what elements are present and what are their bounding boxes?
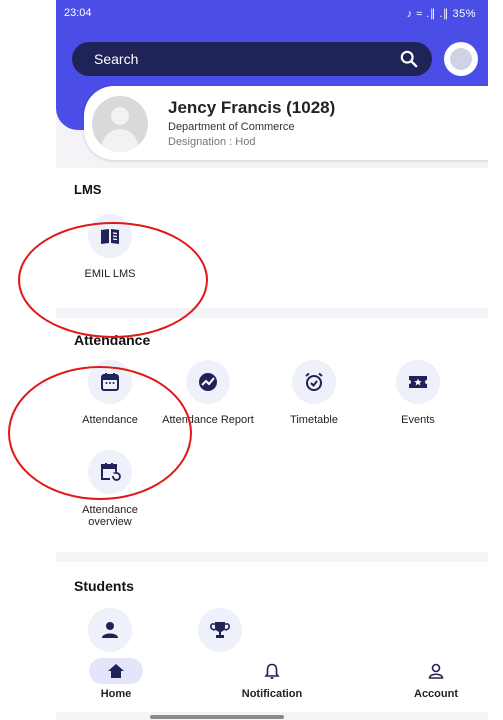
students-section-title: Students xyxy=(74,578,134,594)
nav-home-label: Home xyxy=(100,688,132,700)
bell-icon xyxy=(264,663,280,679)
status-bar: 23:04 ♪ ≈ .∥ .∥ 35% xyxy=(56,0,488,28)
nav-account-label: Account xyxy=(414,688,458,700)
lms-section-title: LMS xyxy=(74,182,102,197)
nav-notification[interactable]: Notification xyxy=(222,658,322,700)
account-icon xyxy=(428,663,444,679)
achievements-tile[interactable] xyxy=(170,608,270,652)
profile-designation: Designation : Hod xyxy=(168,136,256,148)
status-indicators: ♪ ≈ .∥ .∥ 35% xyxy=(406,8,476,20)
chart-icon xyxy=(199,373,217,391)
person-icon xyxy=(102,622,118,638)
profile-department: Department of Commerce xyxy=(168,121,295,133)
events-tile[interactable]: Events xyxy=(368,360,468,426)
search-placeholder: Search xyxy=(94,51,139,67)
timetable-label: Timetable xyxy=(290,414,338,426)
students-section: Students xyxy=(56,562,488,654)
timetable-tile[interactable]: Timetable xyxy=(264,360,364,426)
gesture-bar xyxy=(150,715,284,719)
app-screen: 23:04 ♪ ≈ .∥ .∥ 35% Search Jency Francis… xyxy=(56,0,488,720)
user-avatar-button[interactable] xyxy=(444,42,478,76)
ticket-icon xyxy=(409,376,427,388)
profile-name: Jency Francis (1028) xyxy=(168,98,336,117)
trophy-icon xyxy=(210,622,230,638)
profile-card[interactable]: Jency Francis (1028) Department of Comme… xyxy=(84,86,488,160)
bottom-navigation: Home Notification Account xyxy=(56,652,488,712)
annotation-ellipse-lms xyxy=(18,222,208,338)
attendance-overview-label: Attendance overview xyxy=(82,504,138,528)
nav-notification-label: Notification xyxy=(241,688,303,700)
nav-account[interactable]: Account xyxy=(386,658,486,700)
search-icon[interactable] xyxy=(400,50,418,68)
nav-home[interactable]: Home xyxy=(66,658,166,700)
profile-avatar xyxy=(92,96,148,152)
avatar-icon xyxy=(450,48,472,70)
home-icon xyxy=(108,664,124,678)
students-tile[interactable] xyxy=(60,608,160,652)
annotation-ellipse-attendance xyxy=(8,366,192,500)
search-bar[interactable]: Search xyxy=(72,42,432,76)
status-time: 23:04 xyxy=(64,7,92,19)
alarm-clock-icon xyxy=(305,372,323,391)
events-label: Events xyxy=(401,414,435,426)
